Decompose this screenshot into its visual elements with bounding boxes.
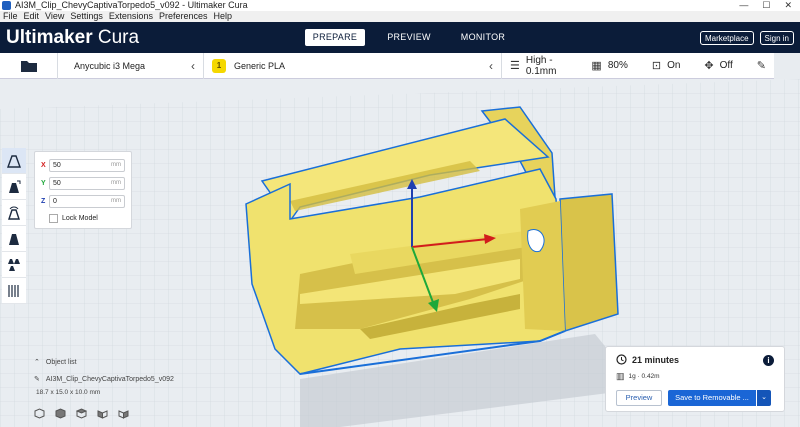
- menu-file[interactable]: File: [3, 11, 18, 22]
- folder-icon: [20, 60, 37, 72]
- view-top-icon[interactable]: [76, 408, 87, 419]
- marketplace-button[interactable]: Marketplace: [699, 31, 754, 45]
- move-tool-panel: X 50 mm Y 50 mm Z 0 mm Lock Model: [34, 151, 132, 229]
- y-position-value: 50: [53, 179, 61, 187]
- menu-edit[interactable]: Edit: [24, 11, 40, 22]
- adhesion-label: Off: [719, 60, 733, 71]
- infill-label: 80%: [607, 60, 628, 71]
- brand-logo: Ultimaker Cura: [0, 27, 139, 49]
- support-icon: ⊡: [651, 60, 662, 72]
- object-file-name: AI3M_Clip_ChevyCaptivaTorpedo5_v092: [45, 375, 174, 383]
- stage-tabs: PREPARE PREVIEW MONITOR: [305, 29, 527, 46]
- x-axis-label: X: [41, 161, 46, 169]
- view-front-icon[interactable]: [55, 408, 66, 419]
- printer-name: Anycubic i3 Mega: [74, 60, 146, 71]
- profile-setting: ☰ High - 0.1mm: [510, 55, 567, 77]
- chevron-down-icon: ⌄: [761, 394, 767, 401]
- save-to-removable-button[interactable]: Save to Removable ...: [668, 390, 756, 406]
- y-axis-label: Y: [41, 179, 46, 187]
- menu-help[interactable]: Help: [213, 11, 232, 22]
- y-unit: mm: [111, 180, 121, 186]
- info-icon[interactable]: i: [763, 355, 774, 366]
- object-list-header: Object list: [45, 358, 77, 366]
- x-unit: mm: [111, 162, 121, 168]
- brand-product: Cura: [97, 26, 140, 48]
- print-job-panel: 21 minutes i ▥ 1g · 0.42m Preview Save t…: [605, 346, 785, 412]
- print-time: 21 minutes: [632, 354, 680, 365]
- sliders-icon: ☰: [510, 60, 520, 72]
- z-position-value: 0: [53, 197, 57, 205]
- menu-bar: File Edit View Settings Extensions Prefe…: [0, 11, 800, 22]
- chevron-left-icon: ‹: [489, 58, 493, 73]
- profile-label: High - 0.1mm: [525, 54, 557, 77]
- cura-app-icon: [2, 1, 11, 10]
- z-position-field[interactable]: 0 mm: [49, 194, 125, 208]
- object-list-toggle[interactable]: ⌃ Object list: [34, 358, 174, 367]
- pencil-icon[interactable]: ✎: [757, 59, 766, 72]
- support-setting: ⊡ On: [652, 59, 681, 72]
- material-usage: 1g · 0.42m: [628, 373, 660, 380]
- printer-selector[interactable]: Anycubic i3 Mega ‹: [58, 52, 204, 79]
- preview-button[interactable]: Preview: [616, 390, 662, 406]
- sign-in-button[interactable]: Sign in: [759, 31, 794, 45]
- scale-tool-button[interactable]: [2, 174, 26, 200]
- scale-icon: [9, 180, 21, 193]
- settings-bar: Anycubic i3 Mega ‹ 1 Generic PLA ‹ ☰ Hig…: [0, 52, 774, 79]
- view-orientation-buttons: [34, 408, 129, 419]
- chevron-left-icon: ‹: [191, 58, 195, 73]
- close-button[interactable]: ✕: [784, 0, 792, 11]
- menu-settings[interactable]: Settings: [70, 11, 103, 22]
- maximize-button[interactable]: ☐: [762, 0, 770, 11]
- open-file-button[interactable]: [0, 52, 58, 79]
- menu-extensions[interactable]: Extensions: [109, 11, 153, 22]
- window-titlebar: AI3M_Clip_ChevyCaptivaTorpedo5_v092 - Ul…: [0, 0, 800, 11]
- view-3d-icon[interactable]: [34, 408, 45, 419]
- menu-preferences[interactable]: Preferences: [159, 11, 208, 22]
- per-model-settings-button[interactable]: [2, 252, 26, 278]
- tool-bar: [2, 148, 26, 304]
- minimize-button[interactable]: —: [739, 0, 748, 11]
- mirror-icon: [9, 233, 19, 245]
- z-axis-label: Z: [41, 197, 46, 205]
- output-device-dropdown[interactable]: ⌄: [757, 390, 771, 406]
- rotate-icon: [8, 206, 20, 220]
- tab-prepare[interactable]: PREPARE: [305, 29, 365, 46]
- chevron-up-icon: ⌃: [34, 359, 40, 366]
- brand-name: Ultimaker: [6, 26, 93, 48]
- mirror-tool-button[interactable]: [2, 226, 26, 252]
- menu-view[interactable]: View: [45, 11, 64, 22]
- view-right-icon[interactable]: [118, 408, 129, 419]
- tab-preview[interactable]: PREVIEW: [379, 29, 439, 46]
- window-title: AI3M_Clip_ChevyCaptivaTorpedo5_v092 - Ul…: [15, 0, 248, 10]
- adhesion-icon: ✥: [704, 60, 714, 72]
- print-settings-selector[interactable]: ☰ High - 0.1mm ▦ 80% ⊡ On ✥ Off ✎: [502, 53, 774, 79]
- material-selector[interactable]: 1 Generic PLA ‹: [204, 52, 502, 79]
- per-model-settings-icon: [8, 258, 20, 271]
- view-left-icon[interactable]: [97, 408, 108, 419]
- infill-setting: ▦ 80%: [591, 59, 627, 72]
- x-position-field[interactable]: 50 mm: [49, 158, 125, 172]
- tab-monitor[interactable]: MONITOR: [453, 29, 513, 46]
- support-blocker-icon: [8, 284, 19, 297]
- rotate-tool-button[interactable]: [2, 200, 26, 226]
- object-dimensions: 18.7 x 15.0 x 10.0 mm: [36, 389, 101, 396]
- move-tool-button[interactable]: [2, 148, 26, 174]
- material-name: Generic PLA: [234, 60, 286, 71]
- support-label: On: [667, 60, 681, 71]
- extruder-badge: 1: [212, 58, 226, 73]
- lock-model-label: Lock Model: [62, 215, 98, 222]
- pencil-icon[interactable]: ✎: [34, 375, 40, 383]
- adhesion-setting: ✥ Off: [704, 59, 732, 72]
- lock-model-checkbox[interactable]: [49, 214, 58, 223]
- filament-icon: ▥: [616, 371, 625, 381]
- clock-icon: [616, 354, 627, 365]
- infill-icon: ▦: [591, 60, 602, 72]
- y-position-field[interactable]: 50 mm: [49, 176, 125, 190]
- support-blocker-button[interactable]: [2, 278, 26, 304]
- app-header: Ultimaker Cura PREPARE PREVIEW MONITOR M…: [0, 22, 800, 53]
- move-icon: [7, 154, 21, 168]
- object-list: ⌃ Object list ✎ AI3M_Clip_ChevyCaptivaTo…: [34, 358, 174, 397]
- z-unit: mm: [111, 198, 121, 204]
- x-position-value: 50: [53, 161, 61, 169]
